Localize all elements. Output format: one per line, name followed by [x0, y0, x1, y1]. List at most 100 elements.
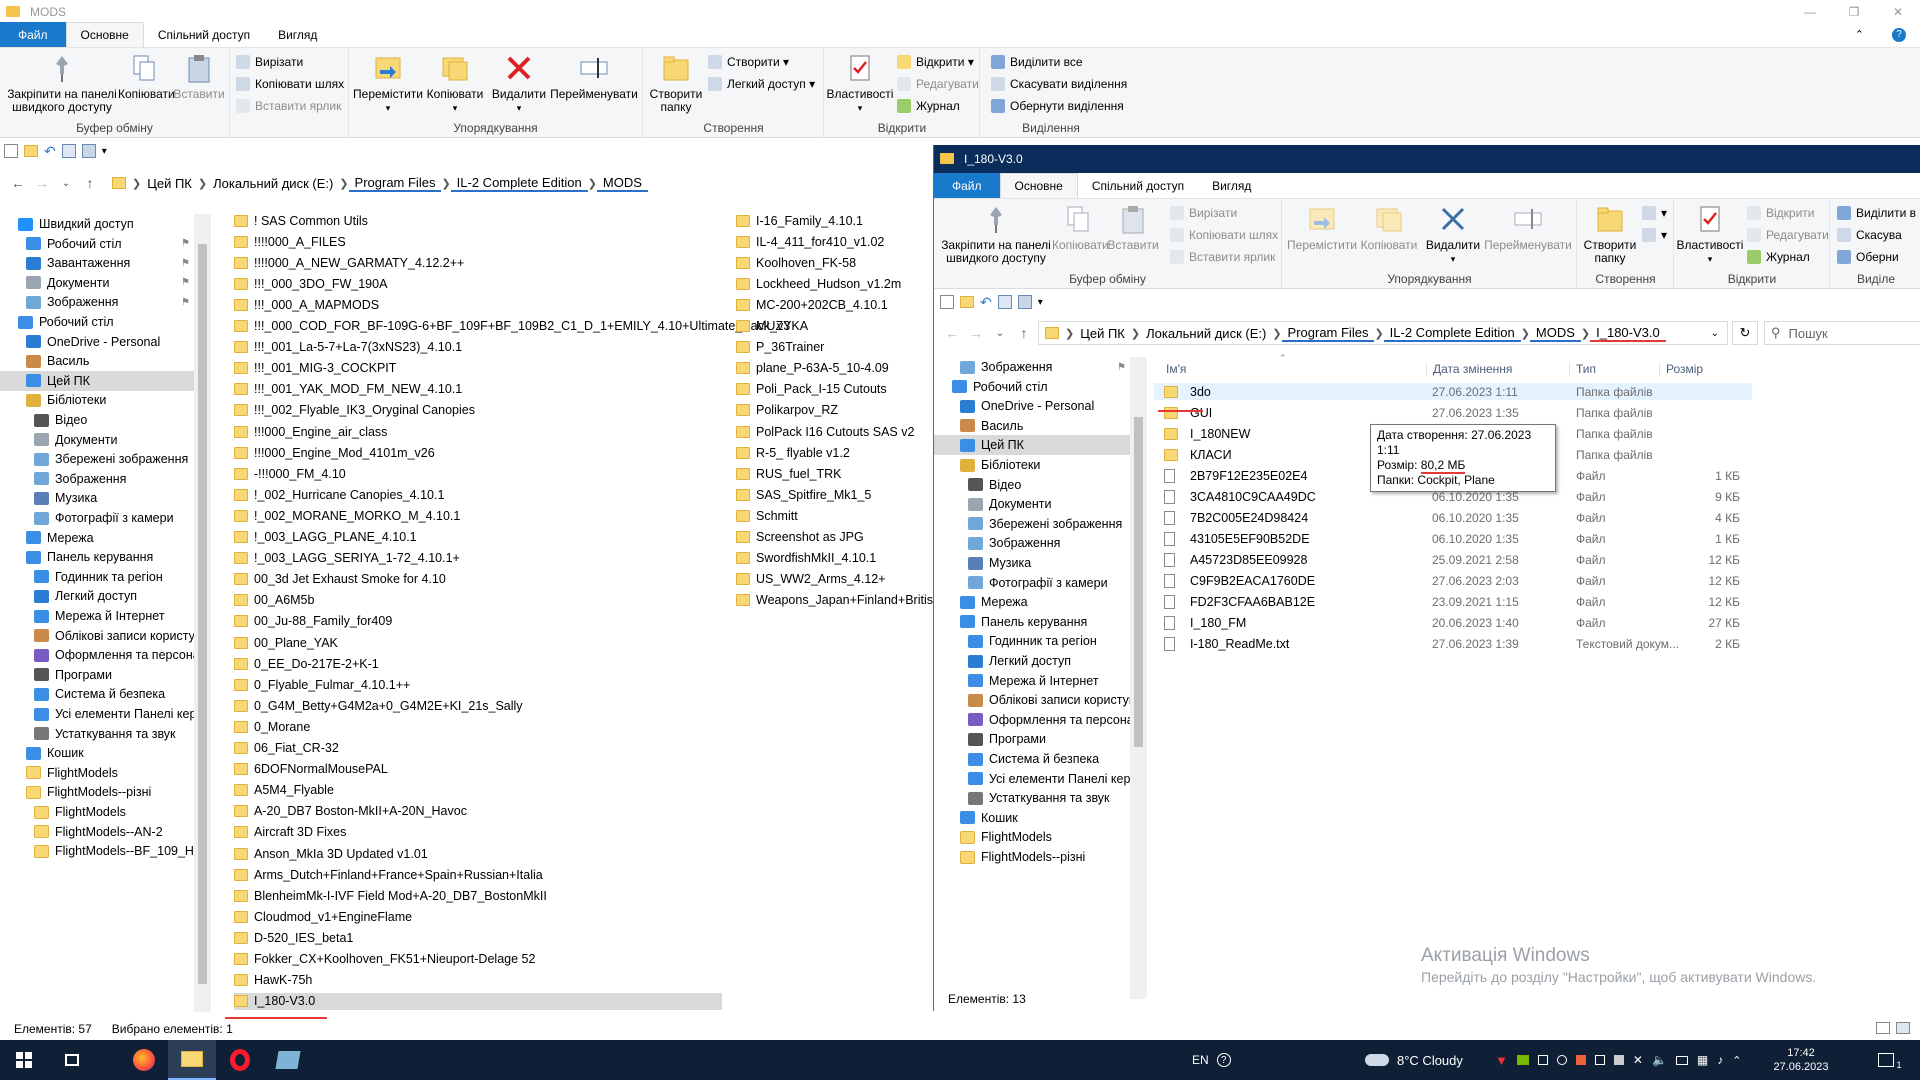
table-row[interactable]: 3do 27.06.2023 1:11 Папка файлів	[1154, 383, 1752, 400]
action-center-button[interactable]: 1	[1870, 1040, 1910, 1080]
tab-home[interactable]: Основне	[65, 22, 144, 47]
open-button[interactable]: Відкрити	[1747, 203, 1815, 223]
breadcrumb-i180[interactable]: I_180-V3.0	[1590, 325, 1666, 342]
nav-item[interactable]: Кошик	[0, 743, 194, 763]
cut-button[interactable]: Вирізати	[1170, 203, 1237, 223]
large-icons-view-icon[interactable]	[1896, 1022, 1910, 1034]
search-box[interactable]: ⚲ Пошук	[1764, 321, 1920, 345]
nav-item[interactable]: Панель керування	[934, 612, 1130, 632]
nav-item[interactable]: Усі елементи Панелі керування	[0, 704, 194, 724]
nav-item[interactable]: FlightModels--різні	[0, 782, 194, 802]
file-list-item[interactable]: !!!!000_A_FILES	[234, 233, 722, 250]
select-all-button[interactable]: Виділити все	[991, 52, 1083, 72]
file-list-item[interactable]: !!!_000_3DO_FW_190A	[234, 275, 722, 292]
new-folder-icon[interactable]	[24, 145, 38, 157]
file-list-item[interactable]: 0_Flyable_Fulmar_4.10.1++	[234, 676, 722, 693]
nav-item[interactable]: FlightModels	[0, 763, 194, 783]
tab-view[interactable]: Вигляд	[1198, 173, 1265, 198]
weather-widget[interactable]: 8°C Cloudy	[1365, 1040, 1463, 1080]
maximize-button[interactable]: ❐	[1832, 0, 1876, 24]
history-button[interactable]: Журнал	[1747, 247, 1810, 267]
new-folder-icon[interactable]	[960, 296, 974, 308]
nav-item[interactable]: Робочий стіл	[934, 377, 1130, 397]
file-list-item[interactable]: !!!_002_Flyable_IK3_Oryginal Canopies	[234, 402, 722, 419]
nav-item[interactable]: Панель керування	[0, 547, 194, 567]
nav-item[interactable]: Бібліотеки	[934, 455, 1130, 475]
easy-access-button[interactable]: ▾	[1642, 225, 1667, 245]
file-list-item[interactable]: Koolhoven_FK-58	[736, 254, 926, 271]
table-row[interactable]: GUI 27.06.2023 1:35 Папка файлів	[1154, 404, 1752, 421]
breadcrumb-drive[interactable]: Локальний диск (E:)	[1140, 326, 1272, 341]
refresh-button[interactable]: ↻	[1732, 321, 1758, 345]
nav-scrollbar[interactable]	[194, 214, 211, 1012]
select-none-button[interactable]: Скасувати виділення	[991, 74, 1127, 94]
nav-item[interactable]: Зображення ⚑	[0, 292, 194, 312]
nav-item[interactable]: Годинник та регіон	[0, 567, 194, 587]
nav-item[interactable]: Легкий доступ	[934, 651, 1130, 671]
tab-view[interactable]: Вигляд	[264, 22, 331, 47]
file-list-item[interactable]: Arms_Dutch+Finland+France+Spain+Russian+…	[234, 866, 722, 883]
nav-item[interactable]: Музика	[0, 488, 194, 508]
file-list-item[interactable]: Aircraft 3D Fixes	[234, 824, 722, 841]
file-list-item[interactable]: Cloudmod_v1+EngineFlame	[234, 908, 722, 925]
nav-item[interactable]: Облікові записи користувачів	[934, 690, 1130, 710]
recent-locations-icon[interactable]: ⌄	[988, 328, 1012, 339]
language-indicator[interactable]: EN	[1192, 1053, 1209, 1067]
file-list-item[interactable]: Lockheed_Hudson_v1.2m	[736, 275, 926, 292]
pin-quick-access-button[interactable]: Закріпити на панелі швидкого доступу	[4, 52, 120, 114]
file-list-item[interactable]: !!!_001_La-5-7+La-7(3xNS23)_4.10.1	[234, 339, 722, 356]
file-list-item[interactable]: I-16_Family_4.10.1	[736, 212, 926, 229]
table-row[interactable]: I-180_ReadMe.txt 27.06.2023 1:39 Текстовий…	[1154, 635, 1752, 652]
keyboard-icon[interactable]	[1675, 1055, 1688, 1065]
breadcrumb-this-pc[interactable]: Цей ПК	[1074, 326, 1131, 341]
task-view-button[interactable]	[48, 1040, 96, 1080]
nav-item[interactable]: Відео	[0, 410, 194, 430]
file-list-item[interactable]: R-5_ flyable v1.2	[736, 444, 926, 461]
nav-item[interactable]: Василь	[0, 351, 194, 371]
copy-button[interactable]: Копіювати	[118, 52, 175, 101]
nav-item[interactable]: Програми	[934, 729, 1130, 749]
pin-quick-access-button[interactable]: Закріпити на панелі швидкого доступу	[938, 203, 1054, 265]
paste-button[interactable]: Вставити	[1106, 203, 1160, 252]
nav-item[interactable]: OneDrive - Personal	[0, 332, 194, 352]
address-bar[interactable]: ❯ Цей ПК ❯ Локальний диск (E:) ❯ Program F…	[106, 171, 926, 195]
forward-arrow-icon[interactable]: →	[30, 175, 54, 191]
file-list-item[interactable]: !!!_001_MIG-3_COCKPIT	[234, 360, 722, 377]
scrollbar-thumb[interactable]	[1134, 417, 1143, 747]
file-list-item[interactable]: Weapons_Japan+Finland+British	[736, 592, 940, 609]
nav-item[interactable]: Кошик	[934, 808, 1130, 828]
file-list-item[interactable]: 0_G4M_Betty+G4M2a+0_G4M2E+KI_21s_Sally	[234, 697, 722, 714]
breadcrumb-mods[interactable]: MODS	[596, 175, 648, 192]
help-icon[interactable]: ?	[1878, 22, 1920, 47]
title-bar[interactable]: I_180-V3.0	[934, 145, 1920, 173]
file-list-item[interactable]: SwordfishMkII_4.10.1	[736, 550, 926, 567]
view-icon[interactable]	[61, 144, 76, 158]
nav-item[interactable]: Зображення	[934, 533, 1130, 553]
file-list-item[interactable]: !!!_001_YAK_MOD_FM_NEW_4.10.1	[234, 381, 722, 398]
nav-item[interactable]: FlightModels--BF_109_HA	[0, 841, 194, 861]
properties-icon[interactable]	[940, 295, 954, 309]
file-list-item[interactable]: !!!000_Engine_air_class	[234, 423, 722, 440]
file-list-item[interactable]: A5M4_Flyable	[234, 782, 722, 799]
tray-app-icon[interactable]	[1556, 1055, 1567, 1065]
properties-icon[interactable]	[4, 144, 18, 158]
file-list-item[interactable]: BlenheimMk-I-IVF Field Mod+A-20_DB7_Bost…	[234, 887, 722, 904]
select-all-button[interactable]: Виділити в	[1837, 203, 1916, 223]
breadcrumb-mods[interactable]: MODS	[1529, 325, 1581, 342]
rename-button[interactable]: Перейменувати	[549, 52, 639, 101]
delete-button[interactable]: Видалити ▾	[489, 52, 549, 115]
copy-to-button[interactable]: Копіювати	[1357, 203, 1421, 252]
scrollbar-thumb[interactable]	[198, 244, 207, 984]
column-type[interactable]: Тип	[1569, 362, 1596, 376]
open-button[interactable]: Відкрити ▾	[897, 52, 974, 72]
help-icon[interactable]: ?	[1216, 1053, 1231, 1067]
history-button[interactable]: Журнал	[897, 96, 960, 116]
details-view-icon[interactable]	[1876, 1022, 1890, 1034]
customize-toolbar-icon[interactable]: ▾	[1038, 297, 1043, 308]
volume-icon[interactable]: ♪	[1717, 1053, 1723, 1067]
breadcrumb-il2[interactable]: IL-2 Complete Edition	[1383, 325, 1521, 342]
forward-arrow-icon[interactable]: →	[964, 325, 988, 341]
file-list-item[interactable]: plane_P-63A-5_10-4.09	[736, 360, 926, 377]
nav-scrollbar[interactable]	[1130, 357, 1147, 999]
breadcrumb-program-files[interactable]: Program Files	[348, 175, 442, 192]
